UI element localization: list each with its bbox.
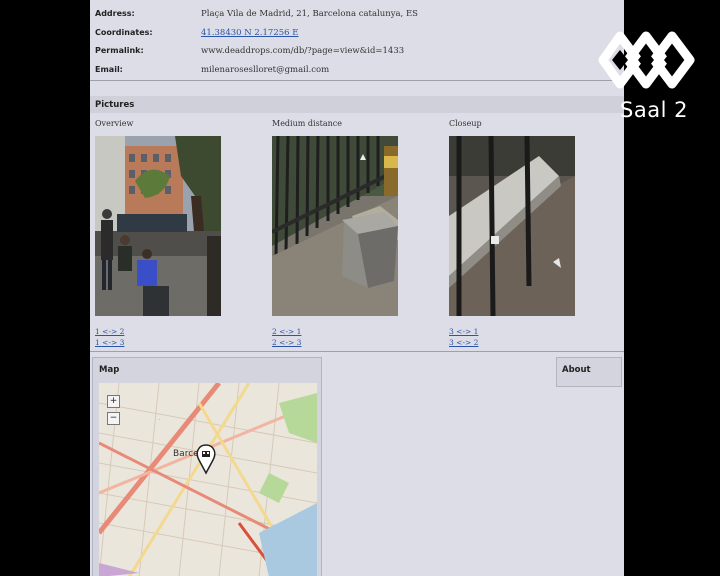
email-value: milenaroseslloret@gmail.com: [201, 65, 330, 75]
pictures-title: Pictures: [95, 100, 135, 110]
address-value: Plaça Vila de Madrid, 21, Barcelona cata…: [201, 9, 418, 19]
link-2-3[interactable]: 2 <-> 3: [272, 338, 301, 347]
medium-distance-photo[interactable]: [272, 136, 398, 316]
link-1-2[interactable]: 1 <-> 2: [95, 327, 124, 336]
closeup-photo[interactable]: [449, 136, 575, 316]
link-3-2[interactable]: 3 <-> 2: [449, 338, 478, 347]
closeup-label: Closeup: [449, 119, 482, 128]
coordinates-row: Coordinates: 41.38430 N 2.17256 E: [90, 28, 624, 46]
map-place-label: Barce: [173, 449, 199, 459]
link-3-1[interactable]: 3 <-> 1: [449, 327, 478, 336]
map-view[interactable]: · Barce + −: [99, 383, 317, 576]
medium-distance-label: Medium distance: [272, 119, 343, 128]
channel-name: Saal 2: [620, 98, 688, 122]
channel-logo-icon: [598, 28, 698, 92]
email-label: Email:: [95, 65, 123, 74]
map-title: Map: [99, 365, 120, 375]
divider: [90, 80, 624, 81]
permalink-row: Permalink: www.deaddrops.com/db/?page=vi…: [90, 46, 624, 64]
map-panel: Map · Barce + −: [92, 357, 322, 576]
coordinates-link[interactable]: 41.38430 N 2.17256 E: [201, 28, 298, 38]
permalink-label: Permalink:: [95, 46, 144, 55]
pictures-heading: Pictures: [90, 96, 624, 113]
link-2-1[interactable]: 2 <-> 1: [272, 327, 301, 336]
web-page: Address: Plaça Vila de Madrid, 21, Barce…: [90, 0, 624, 576]
permalink-value: www.deaddrops.com/db/?page=view&id=1433: [201, 46, 405, 56]
address-label: Address:: [95, 9, 135, 18]
overview-photo[interactable]: [95, 136, 221, 316]
divider-2: [90, 351, 624, 352]
zoom-out-button[interactable]: −: [107, 412, 120, 425]
overview-label: Overview: [95, 119, 134, 128]
about-panel: About: [556, 357, 622, 387]
address-row: Address: Plaça Vila de Madrid, 21, Barce…: [90, 9, 624, 27]
zoom-in-button[interactable]: +: [107, 395, 120, 408]
coordinates-label: Coordinates:: [95, 28, 153, 37]
about-title: About: [562, 365, 591, 375]
link-1-3[interactable]: 1 <-> 3: [95, 338, 124, 347]
